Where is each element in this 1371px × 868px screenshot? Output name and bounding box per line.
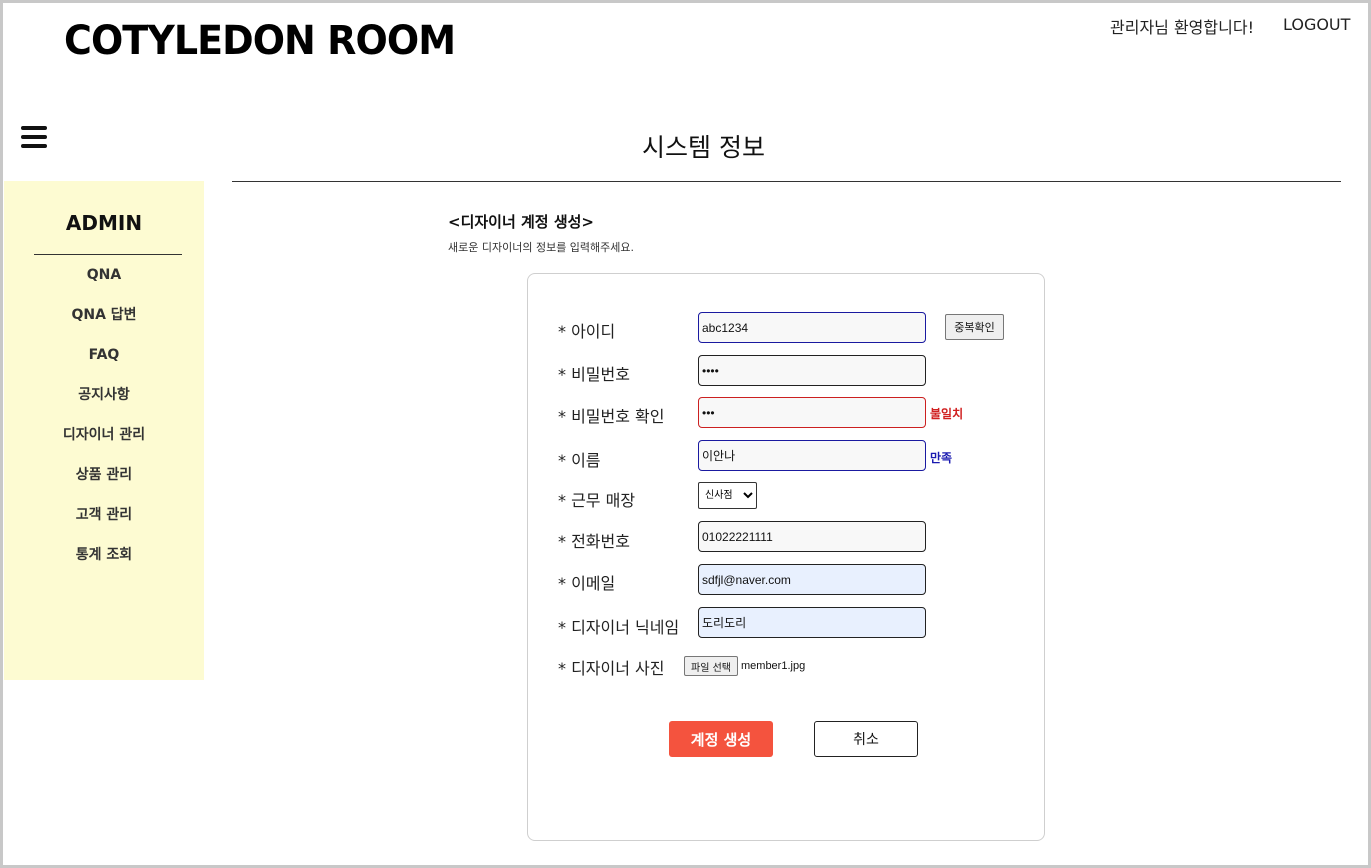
- sidebar-item-designer-management[interactable]: 디자이너 관리: [4, 423, 204, 463]
- section-title: <디자이너 계정 생성>: [448, 213, 594, 231]
- name-input[interactable]: [698, 440, 926, 471]
- logout-link[interactable]: LOGOUT: [1283, 15, 1350, 34]
- name-label: * 이름: [558, 451, 601, 470]
- password-mismatch-message: 불일치: [930, 407, 964, 421]
- brand-logo[interactable]: COTYLEDON ROOM: [64, 18, 456, 64]
- create-account-button[interactable]: 계정 생성: [669, 721, 773, 757]
- password-input[interactable]: [698, 355, 926, 386]
- sidebar-divider: [34, 254, 182, 255]
- store-select[interactable]: 신사점: [698, 482, 757, 509]
- selected-file-name: member1.jpg: [741, 660, 806, 672]
- password-confirm-label: * 비밀번호 확인: [558, 407, 665, 426]
- nickname-label: * 디자이너 닉네임: [558, 618, 680, 637]
- sidebar-item-notice[interactable]: 공지사항: [4, 383, 204, 423]
- password-label: * 비밀번호: [558, 365, 630, 384]
- section-description: 새로운 디자이너의 정보를 입력해주세요.: [448, 241, 635, 254]
- duplicate-check-button[interactable]: 중복확인: [945, 314, 1004, 340]
- sidebar-item-statistics[interactable]: 통계 조회: [4, 543, 204, 583]
- id-input[interactable]: [698, 312, 926, 343]
- id-label: * 아이디: [558, 322, 616, 341]
- nickname-input[interactable]: [698, 607, 926, 638]
- password-confirm-input[interactable]: [698, 397, 926, 428]
- name-valid-message: 만족: [930, 451, 953, 465]
- cancel-button[interactable]: 취소: [814, 721, 918, 757]
- sidebar-item-product-management[interactable]: 상품 관리: [4, 463, 204, 503]
- welcome-text: 관리자님 환영합니다!: [1110, 18, 1254, 37]
- phone-input[interactable]: [698, 521, 926, 552]
- email-label: * 이메일: [558, 574, 616, 593]
- sidebar-item-qna[interactable]: QNA: [4, 263, 204, 303]
- page-title: 시스템 정보: [642, 133, 765, 162]
- sidebar-item-qna-answer[interactable]: QNA 답변: [4, 303, 204, 343]
- sidebar-menu: QNA QNA 답변 FAQ 공지사항 디자이너 관리 상품 관리 고객 관리 …: [4, 263, 204, 583]
- phone-label: * 전화번호: [558, 532, 630, 551]
- store-label: * 근무 매장: [558, 491, 636, 510]
- sidebar-item-faq[interactable]: FAQ: [4, 343, 204, 383]
- menu-icon[interactable]: [21, 126, 47, 150]
- sidebar: ADMIN QNA QNA 답변 FAQ 공지사항 디자이너 관리 상품 관리 …: [4, 181, 204, 680]
- sidebar-heading: ADMIN: [65, 211, 143, 235]
- file-select-button[interactable]: 파일 선택: [684, 656, 738, 676]
- email-input[interactable]: [698, 564, 926, 595]
- sidebar-item-customer-management[interactable]: 고객 관리: [4, 503, 204, 543]
- title-divider: [232, 181, 1341, 182]
- photo-label: * 디자이너 사진: [558, 659, 665, 678]
